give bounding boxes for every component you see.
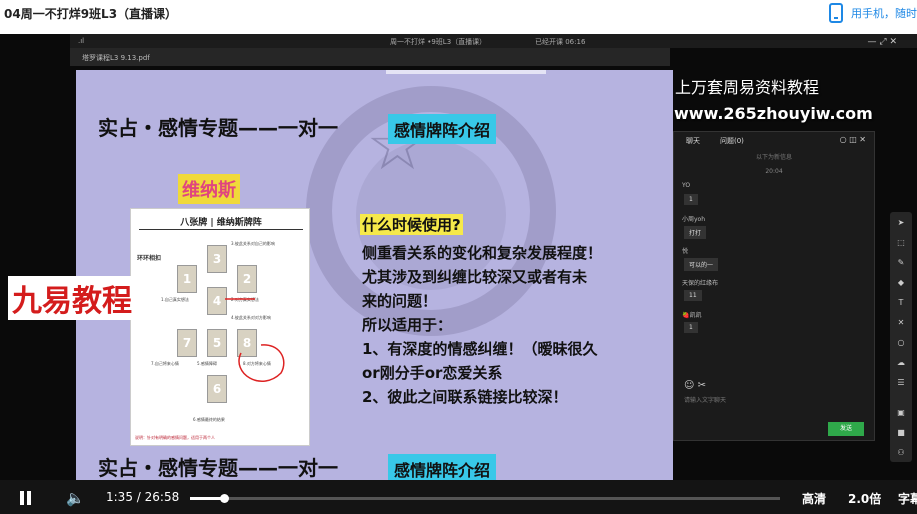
inner-window-titlebar: .ıl 周一不打烊 •9班L3（直播课） 已经开课 06:16 — ⤢ ✕ (70, 34, 917, 48)
file-name[interactable]: 塔罗课程L3 9.13.pdf (82, 53, 150, 63)
chat-panel: 聊天 问题(0) ○ ◫ ✕ 以下为新信息 20:04 YO 1 小周yoh 打… (673, 131, 875, 441)
tile-label: 1.自己真实想法 (161, 297, 189, 302)
message-author: 悦 (682, 248, 689, 255)
chat-timestamp: 20:04 (765, 168, 783, 175)
tarot-tile: 2 (237, 265, 257, 293)
slide-text-line: 2、彼此之间联系链接比较深！ (362, 388, 568, 406)
tarot-tile: 3 (207, 245, 227, 273)
message-author: 小周yoh (682, 216, 706, 223)
slide-text-line: 1、有深度的情感纠缠！（暧昧很久 (362, 340, 598, 358)
volume-icon[interactable]: 🔈 (66, 489, 85, 507)
tarot-tile: 7 (177, 329, 197, 357)
stack-icon[interactable]: ☰ (890, 378, 912, 387)
slide-section-title: 实占・感情专题——一对一 (98, 116, 338, 140)
time-separator: / (136, 490, 141, 504)
speed-button[interactable]: 2.0倍 (848, 490, 881, 507)
new-messages-divider: 以下为新信息 (755, 154, 792, 161)
quality-button[interactable]: 高清 (802, 490, 826, 507)
message-author: YO (682, 182, 691, 189)
chat-input[interactable]: 请输入文字聊天 (684, 395, 726, 404)
select-icon[interactable]: ⬚ (890, 238, 912, 247)
tab-questions[interactable]: 问题(0) (720, 136, 744, 146)
users-icon[interactable]: ⚇ (890, 448, 912, 457)
progress-handle[interactable] (220, 494, 230, 503)
message-author: 🍓凯凯 (682, 312, 702, 319)
pause-icon[interactable] (20, 491, 32, 505)
chat-tabs: 聊天 问题(0) (686, 136, 744, 146)
slide-section-tag: 感情牌阵介绍 (388, 114, 497, 144)
spread-card-footer: 说明：针对有明确的感情问题，适用于两个人 (135, 435, 215, 440)
progress-bar[interactable] (190, 494, 780, 503)
site-watermark-url: www.265zhouyiw.com (674, 104, 873, 123)
subtitle-button[interactable]: 字幕 (898, 490, 917, 507)
spread-card-title: 八张牌 | 维纳斯牌阵 (180, 218, 262, 228)
tile-label: 5.感情障碍 (197, 361, 217, 366)
send-button[interactable]: 发送 (828, 422, 864, 436)
player-controls: 🔈 1:35 / 26:58 高清 2.0倍 字幕 (0, 480, 917, 514)
signal-icon: .ıl (78, 37, 85, 45)
tile-label: 7.自己将来心情 (151, 361, 179, 366)
phone-icon (829, 3, 843, 23)
message-bubble: 可以的一 (684, 258, 719, 271)
annotation-toolbar: ➤ ⬚ ✎ ◆ T ✕ ○ ☁ ☰ ▣ ■ ⚇ (890, 212, 912, 462)
message-author: 天保的红缘布 (682, 280, 719, 287)
emoji-scissors-icons[interactable]: ☺ ✂ (684, 380, 706, 391)
file-tab-bar: 塔罗课程L3 9.13.pdf (70, 48, 670, 66)
slide-text-line: 来的问题！ (362, 292, 438, 310)
tab-chat[interactable]: 聊天 (686, 136, 700, 146)
progress-fill (190, 497, 225, 500)
video-player[interactable]: .ıl 周一不打烊 •9班L3（直播课） 已经开课 06:16 — ⤢ ✕ 塔罗… (0, 34, 917, 514)
camera-icon[interactable]: ■ (890, 428, 912, 437)
site-watermark-text: 上万套周易资料教程 (675, 78, 820, 97)
top-bar: 04周一不打烊9班L3（直播课） 用手机，随时 (0, 0, 917, 30)
message-bubble: 打打 (684, 226, 707, 239)
eraser-icon[interactable]: ◆ (890, 278, 912, 287)
close-icon[interactable]: ✕ (890, 318, 912, 327)
slide-text-line: 尤其涉及到纠缠比较深又或者有未 (362, 268, 588, 286)
divider (139, 229, 303, 230)
slide-text-line: 侧重看关系的变化和复杂发展程度！ (362, 244, 603, 262)
time-display: 1:35 / 26:58 (106, 490, 179, 504)
text-icon[interactable]: T (890, 298, 912, 307)
mobile-link[interactable]: 用手机，随时 (829, 3, 917, 23)
spread-card: 八张牌 | 维纳斯牌阵 环环相扣 3 3.彼此关系对自己的影响 1 1.自己真实… (130, 208, 310, 446)
ring-tag: 环环相扣 (137, 255, 162, 262)
live-status: 已经开课 06:16 (535, 38, 586, 46)
inner-window-title: 周一不打烊 •9班L3（直播课） (390, 38, 487, 46)
pointer-icon[interactable]: ➤ (890, 218, 912, 227)
duration: 26:58 (144, 490, 180, 504)
message-bubble: 1 (684, 322, 698, 333)
tile-label: 3.彼此关系对自己的影响 (231, 241, 275, 246)
image-icon[interactable]: ▣ (890, 408, 912, 417)
course-title: 04周一不打烊9班L3（直播课） (4, 7, 178, 21)
tile-label: 6.感情最终的结果 (193, 417, 225, 422)
window-controls-icon[interactable]: — ⤢ ✕ (868, 37, 897, 47)
slide-top-strip (386, 70, 546, 74)
pen-icon[interactable]: ✎ (890, 258, 912, 267)
slide-text-line: or刚分手or恋爱关系 (362, 364, 503, 382)
current-time: 1:35 (106, 490, 133, 504)
usage-question: 什么时候使用? (360, 214, 463, 235)
slide-section-title-next: 实占・感情专题——一对一 (98, 456, 338, 480)
chat-window-icons[interactable]: ○ ◫ ✕ (840, 135, 866, 144)
venus-label: 维纳斯 (178, 174, 240, 204)
mobile-link-text[interactable]: 用手机，随时 (851, 5, 917, 21)
tarot-tile: 1 (177, 265, 197, 293)
message-bubble: 11 (684, 290, 702, 301)
shape-icon[interactable]: ○ (890, 338, 912, 347)
annotation-scribble (225, 298, 285, 383)
jiuyi-watermark: 九易教程 (8, 276, 136, 320)
cloud-icon[interactable]: ☁ (890, 358, 912, 367)
slide-text-line: 所以适用于： (362, 316, 453, 334)
message-bubble: 1 (684, 194, 698, 205)
